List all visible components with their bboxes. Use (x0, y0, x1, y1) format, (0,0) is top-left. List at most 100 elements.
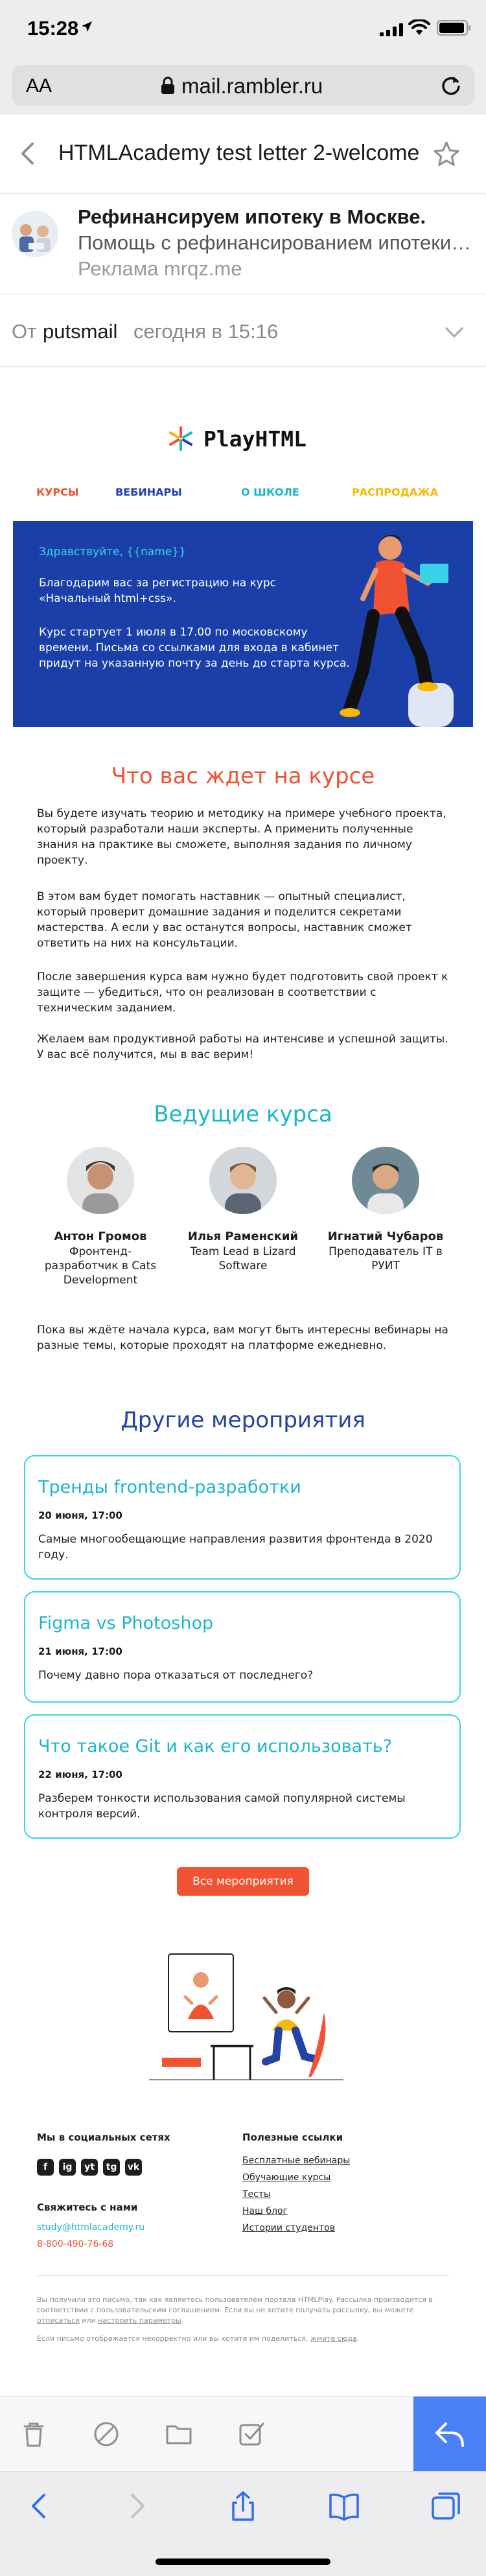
trash-icon[interactable] (19, 2420, 48, 2448)
ad-title: Рефинансируем ипотеку в Москве. (78, 205, 426, 228)
reload-icon[interactable] (439, 74, 463, 97)
back-chevron-icon[interactable] (19, 142, 35, 165)
nav-sale-link[interactable]: РАСПРОДАЖА (352, 486, 438, 498)
event-title[interactable]: Что такое Git и как его использовать? (38, 1736, 392, 1756)
hosts-heading: Ведущие курса (154, 1101, 332, 1127)
host-name: Илья Раменский (187, 1230, 299, 1243)
telegram-icon[interactable]: tg (103, 2159, 120, 2176)
reply-button[interactable] (413, 2397, 486, 2472)
hero-start-text: Курс стартует 1 июля в 17.00 по московск… (39, 626, 350, 670)
link-blog[interactable]: Наш блог (242, 2203, 350, 2220)
contact-heading: Свяжитесь с нами (37, 2202, 138, 2213)
fine-print-text: . (356, 2334, 360, 2343)
chevron-down-icon[interactable] (445, 327, 464, 338)
video-call-illustration (149, 1953, 343, 2080)
link-courses[interactable]: Обучающие курсы (242, 2169, 350, 2186)
event-description: Самые многообещающие направления развити… (38, 1533, 433, 1561)
ad-label: Реклама mrqz.me (78, 257, 242, 280)
sender-row[interactable]: От putsmail сегодня в 15:16 (0, 294, 486, 367)
wifi-icon (408, 19, 430, 35)
sent-date: сегодня в 15:16 (133, 320, 279, 343)
event-card[interactable]: Что такое Git и как его использовать? 22… (24, 1714, 461, 1839)
share-icon[interactable] (227, 2490, 259, 2522)
event-title[interactable]: Тренды frontend-разработки (38, 1477, 301, 1497)
star-icon[interactable] (433, 141, 460, 168)
host-card: Илья Раменский Team Lead в Lizard Softwa… (178, 1147, 308, 1273)
event-description: Разберем тонкости использования самой по… (38, 1792, 406, 1821)
fine-print-text: Вы получили это письмо, так как являетес… (37, 2295, 433, 2314)
instagram-icon[interactable]: ig (59, 2159, 76, 2176)
fine-print-text: или (79, 2316, 98, 2325)
view-online-link[interactable]: жмите сюда (310, 2334, 357, 2343)
home-indicator (156, 2559, 330, 2565)
useful-links-heading: Полезные ссылки (242, 2132, 343, 2143)
url-field[interactable]: AA mail.rambler.ru (12, 65, 474, 106)
fine-print-display: Если письмо отображается некорректно или… (37, 2334, 449, 2344)
ad-text: Помощь с рефинансированием ипотеки. Выго… (78, 231, 474, 254)
contact-email-link[interactable]: study@htmlacademy.ru (37, 2222, 145, 2233)
mail-header: HTMLAcademy test letter 2-welcome (0, 115, 486, 194)
reply-icon (435, 2422, 464, 2447)
footer-divider (37, 2275, 449, 2276)
avatar (352, 1147, 419, 1214)
bookmarks-icon[interactable] (328, 2490, 360, 2522)
host-role: Фронтенд-разработчик в Cats Development (44, 1245, 157, 1287)
from-label: От (12, 320, 37, 343)
hero-person-illustration (340, 535, 454, 727)
contact-phone-link[interactable]: 8-800-490-76-68 (37, 2239, 113, 2249)
tabs-icon[interactable] (430, 2490, 463, 2522)
all-events-button[interactable]: Все мероприятия (177, 1867, 309, 1896)
vk-icon[interactable]: vk (125, 2159, 142, 2176)
nav-webinars-link[interactable]: ВЕБИНАРЫ (115, 486, 182, 498)
link-tests[interactable]: Тесты (242, 2186, 350, 2203)
status-time: 15:28 (27, 17, 79, 40)
host-role: Team Lead в Lizard Software (190, 1245, 296, 1272)
event-title[interactable]: Figma vs Photoshop (38, 1613, 213, 1633)
fine-print-text: . (181, 2316, 184, 2325)
sender-name: putsmail (43, 320, 118, 343)
avatar (209, 1147, 277, 1214)
link-student-stories[interactable]: Истории студентов (242, 2220, 350, 2237)
battery-icon (437, 20, 470, 36)
unsubscribe-link[interactable]: отписаться (37, 2316, 80, 2325)
ad-thumbnail (12, 211, 58, 257)
settings-link[interactable]: настроить параметры (98, 2316, 181, 2325)
ad-banner[interactable]: Рефинансируем ипотеку в Москве. Помощь с… (0, 194, 486, 294)
spam-icon[interactable] (92, 2420, 121, 2448)
event-date: 21 июня, 17:00 (38, 1646, 122, 1657)
social-heading: Мы в социальных сетях (37, 2132, 170, 2143)
hero-greeting: Здравствуйте, {{name}} (39, 546, 186, 558)
host-card: Антон Громов Фронтенд-разработчик в Cats… (36, 1147, 165, 1287)
hero-banner: Здравствуйте, {{name}} Благодарим вас за… (13, 521, 473, 727)
event-card[interactable]: Тренды frontend-разработки 20 июня, 17:0… (24, 1455, 461, 1580)
event-date: 20 июня, 17:00 (38, 1510, 122, 1521)
folder-icon[interactable] (165, 2420, 193, 2448)
mail-toolbar (0, 2396, 486, 2472)
webinars-note: Пока вы ждёте начала курса, вам могут бы… (37, 1324, 448, 1352)
mail-subject: HTMLAcademy test letter 2-welcome (58, 141, 420, 165)
playhtml-logo[interactable]: PlayHTML (167, 422, 307, 455)
host-name: Игнатий Чубаров (327, 1230, 444, 1243)
link-free-webinars[interactable]: Бесплатные вебинары (242, 2152, 350, 2169)
back-icon[interactable] (23, 2490, 56, 2522)
event-date: 22 июня, 17:00 (38, 1769, 122, 1780)
course-paragraph-1: Вы будете изучать теорию и методику на п… (37, 807, 446, 867)
reader-settings-button[interactable]: AA (26, 75, 52, 97)
url-text: mail.rambler.ru (181, 74, 323, 98)
forward-icon[interactable] (121, 2490, 153, 2522)
mark-read-icon[interactable] (237, 2420, 266, 2448)
nav-school-link[interactable]: О ШКОЛЕ (241, 486, 299, 498)
events-heading: Другие мероприятия (121, 1407, 365, 1433)
useful-links-list: Бесплатные вебинары Обучающие курсы Тест… (242, 2152, 350, 2237)
event-description: Почему давно пора отказаться от последне… (38, 1669, 314, 1682)
facebook-icon[interactable]: f (37, 2159, 54, 2176)
fine-print-text: Если письмо отображается некорректно или… (37, 2334, 310, 2343)
host-card: Игнатий Чубаров Преподаватель IT в РУИТ (321, 1147, 450, 1273)
address-bar: AA mail.rambler.ru (0, 60, 486, 115)
course-paragraph-2: В этом вам будет помогать наставник — оп… (37, 890, 412, 950)
nav-courses-link[interactable]: КУРСЫ (36, 486, 78, 498)
lock-icon (161, 76, 174, 94)
youtube-icon[interactable]: yt (81, 2159, 98, 2176)
browser-toolbar (0, 2471, 486, 2576)
event-card[interactable]: Figma vs Photoshop 21 июня, 17:00 Почему… (24, 1591, 461, 1703)
